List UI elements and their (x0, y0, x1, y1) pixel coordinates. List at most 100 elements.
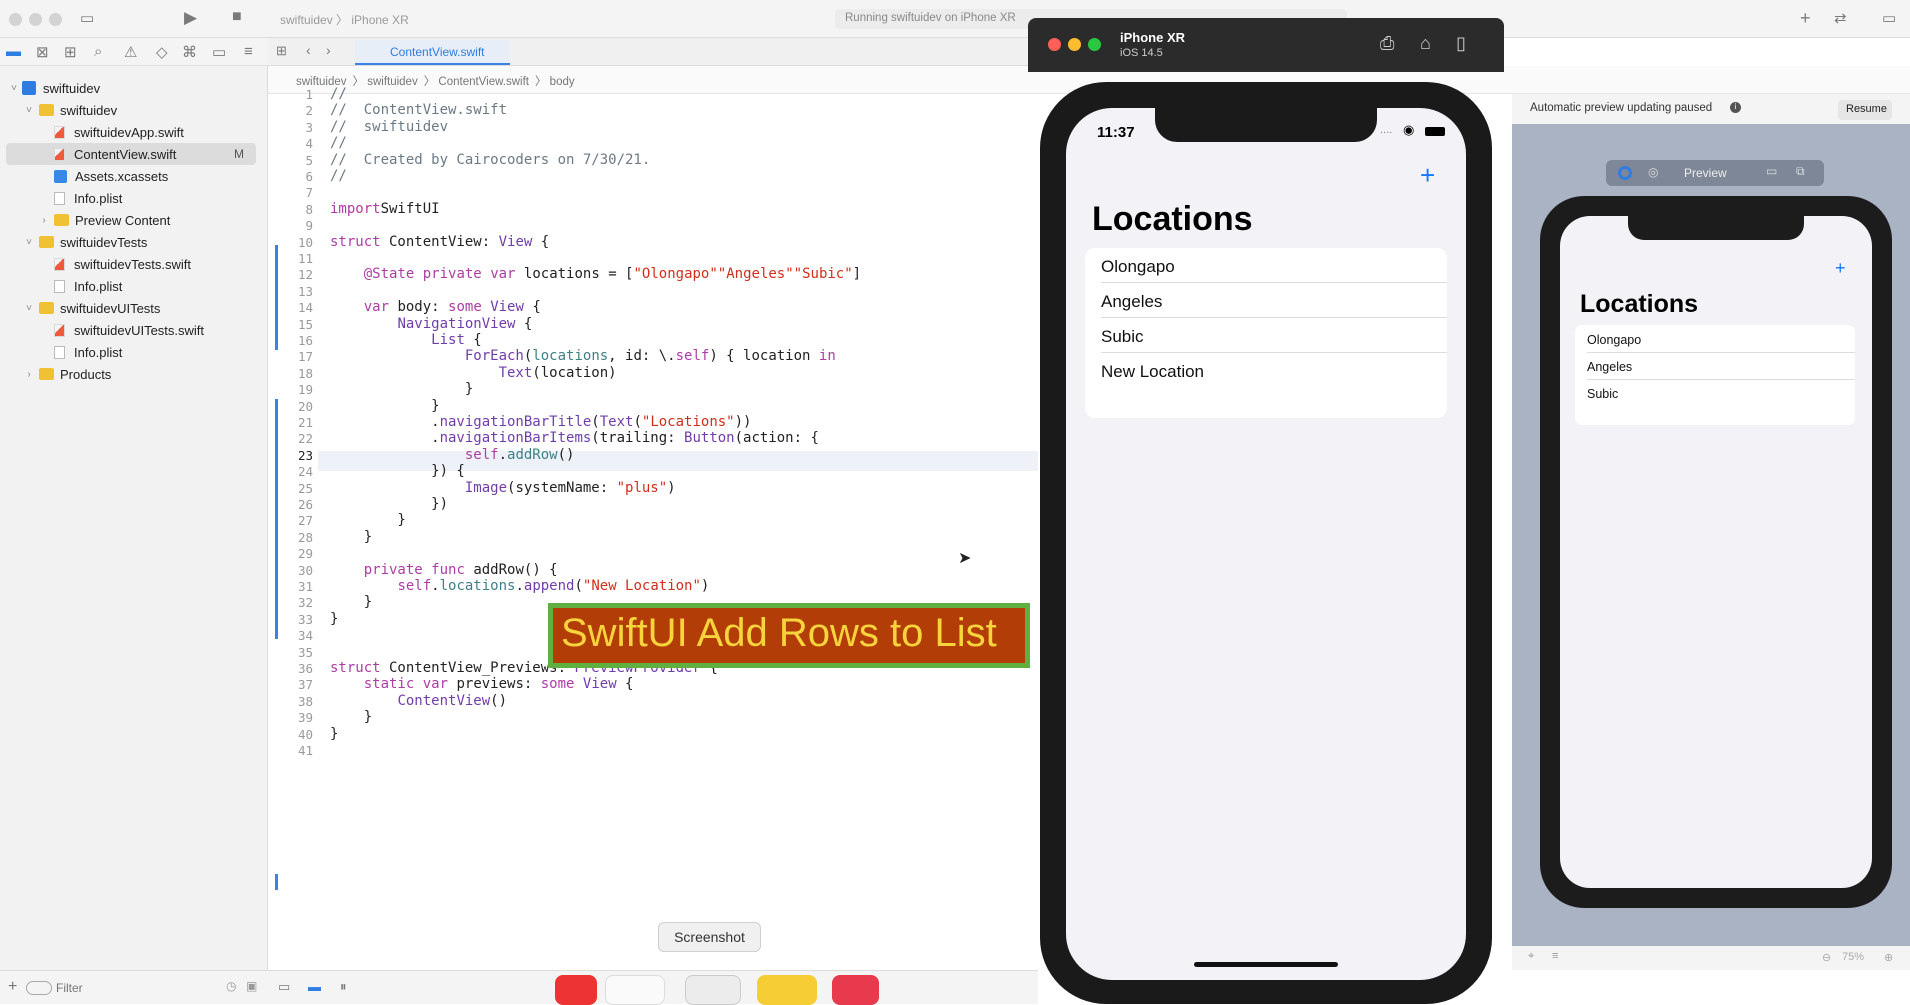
jump-item-file[interactable]: ContentView.swift (438, 76, 529, 88)
recent-files-icon[interactable]: ◷ (226, 979, 236, 993)
code-token: locations (532, 348, 609, 365)
test-icon[interactable]: ◇ (156, 43, 168, 61)
navigator-filter-input[interactable] (56, 978, 216, 998)
source-editor[interactable]: 1 // 2 // ContentView.swift 3 // swiftuidev 4 /… (268, 86, 1038, 970)
navigator-item[interactable]: ˅ swiftuidevUITests (0, 297, 268, 319)
disclosure-chevron-icon[interactable]: ˅ (23, 105, 35, 116)
code-review-icon[interactable]: ⇄ (1834, 9, 1847, 27)
code-token: private (363, 561, 423, 578)
filter-source-icon[interactable]: ▣ (246, 979, 257, 993)
navigator-item[interactable]: › Preview Content (0, 209, 268, 231)
navigator-item[interactable]: › Products (0, 363, 268, 385)
home-icon[interactable]: ⌂ (1420, 33, 1431, 54)
tab-label: ContentView.swift (390, 45, 485, 59)
code-token: addRow (507, 446, 558, 463)
symbol-icon[interactable]: ⊞ (64, 43, 77, 61)
preview-plus-icon[interactable]: + (1835, 258, 1846, 279)
navigator-item[interactable]: Info.plist (0, 275, 268, 297)
live-preview-icon[interactable] (1618, 166, 1632, 180)
inspector-toggle-icon[interactable]: ▭ (1882, 9, 1896, 27)
navigator-item[interactable]: ˅ swiftuidevTests (0, 231, 268, 253)
sidebar-toggle-icon[interactable]: ▭ (80, 9, 94, 27)
navigator-item[interactable]: ˅ swiftuidev (0, 77, 268, 99)
code-token: static (363, 676, 415, 693)
screenshot-icon[interactable]: ⎙ (1380, 33, 1394, 54)
location-row[interactable]: Olongapo (1101, 257, 1175, 277)
resume-button[interactable]: Resume (1838, 100, 1892, 120)
navigator-item[interactable]: swiftuidevApp.swift (0, 121, 268, 143)
zoom-in-icon[interactable]: ⊕ (1884, 951, 1893, 964)
rotate-icon[interactable]: ▯ (1456, 33, 1466, 54)
adjust-icon[interactable]: ≡ (1552, 950, 1558, 962)
report-icon[interactable]: ≡ (244, 43, 253, 60)
console-toggle-icon[interactable]: ▭ (278, 979, 290, 995)
navigator-item[interactable]: Info.plist (0, 341, 268, 363)
jump-item-folder[interactable]: swiftuidev (367, 76, 418, 88)
close-window-button[interactable] (9, 13, 22, 26)
folder-icon[interactable]: ▬ (6, 43, 21, 60)
dock-app-icon[interactable] (605, 975, 665, 1005)
code-token: (action: { (734, 430, 819, 447)
navigator-item-label: Products (60, 366, 112, 382)
jump-item-symbol[interactable]: body (550, 76, 575, 88)
screenshot-app-icon[interactable] (685, 975, 741, 1005)
debug-icon[interactable]: ⌘ (182, 43, 197, 61)
pin-icon[interactable]: ⌖ (1528, 950, 1534, 963)
disclosure-chevron-icon[interactable]: › (38, 215, 50, 226)
dock-app-icon[interactable] (555, 975, 597, 1005)
navigator-item[interactable]: Info.plist (0, 187, 268, 209)
preview-pin-label[interactable]: Preview (1684, 166, 1727, 180)
grid-icon[interactable]: ⊞ (276, 43, 287, 59)
disclosure-chevron-icon[interactable]: › (23, 369, 35, 380)
breakpoints-toggle-icon[interactable]: ▬ (308, 979, 321, 994)
disclosure-chevron-icon[interactable]: ˅ (23, 237, 35, 248)
navigator-item[interactable]: Assets.xcassets (0, 165, 268, 187)
back-icon[interactable]: ‹ (306, 42, 311, 58)
inspect-icon[interactable]: ◎ (1648, 165, 1658, 179)
simulator-close-button[interactable] (1048, 38, 1061, 51)
location-row[interactable]: Subic (1101, 327, 1144, 347)
breakpoint-icon[interactable]: ▭ (212, 43, 226, 61)
pause-icon[interactable]: ⏸ (340, 979, 347, 995)
add-icon[interactable]: + (1800, 8, 1811, 29)
navigator-item[interactable]: swiftuidevTests.swift (0, 253, 268, 275)
wifi-icon: ◉ (1403, 122, 1415, 137)
info-icon[interactable]: i (1730, 102, 1741, 113)
run-button[interactable]: ▶ (184, 8, 197, 28)
simulator-minimize-button[interactable] (1068, 38, 1081, 51)
add-file-icon[interactable]: + (8, 978, 17, 996)
disclosure-chevron-icon[interactable]: ˅ (8, 83, 20, 94)
code-line: // swiftuidev (330, 119, 448, 135)
navigator-item[interactable]: ˅ swiftuidev (0, 99, 268, 121)
scheme-selector[interactable]: swiftuidev 〉 iPhone XR (280, 11, 409, 28)
location-row[interactable]: Angeles (1101, 292, 1162, 312)
duplicate-preview-icon[interactable]: ⧉ (1796, 164, 1805, 179)
navigator-item[interactable]: ContentView.swift M (6, 143, 256, 165)
disclosure-chevron-icon[interactable]: ˅ (23, 303, 35, 314)
location-row[interactable]: New Location (1101, 362, 1204, 382)
filter-options-icon[interactable] (26, 981, 52, 995)
navigator-item-label: Info.plist (74, 344, 123, 360)
code-line: } (330, 594, 372, 610)
zoom-window-button[interactable] (49, 13, 62, 26)
tab-contentview[interactable]: ContentView.swift (355, 40, 510, 65)
stop-button[interactable]: ■ (232, 8, 242, 26)
add-location-button[interactable]: + (1420, 160, 1435, 191)
home-indicator[interactable] (1194, 962, 1338, 967)
minimize-window-button[interactable] (29, 13, 42, 26)
line-number: 38 (297, 693, 313, 709)
zoom-out-icon[interactable]: ⊖ (1822, 951, 1831, 964)
device-settings-icon[interactable]: ▭ (1766, 164, 1777, 178)
dock-app-icon[interactable] (832, 975, 879, 1005)
source-control-icon[interactable]: ⊠ (36, 43, 49, 61)
notes-app-icon[interactable] (757, 975, 817, 1005)
simulator-zoom-button[interactable] (1088, 38, 1101, 51)
navigator-item[interactable]: swiftuidevUITests.swift (0, 319, 268, 341)
forward-icon[interactable]: › (326, 42, 331, 58)
code-token: SwiftUI (380, 200, 440, 217)
warning-icon[interactable]: ⚠ (124, 43, 137, 61)
line-number: 40 (297, 726, 313, 742)
search-icon[interactable]: ⌕ (94, 43, 102, 60)
code-token: @State (363, 266, 415, 283)
